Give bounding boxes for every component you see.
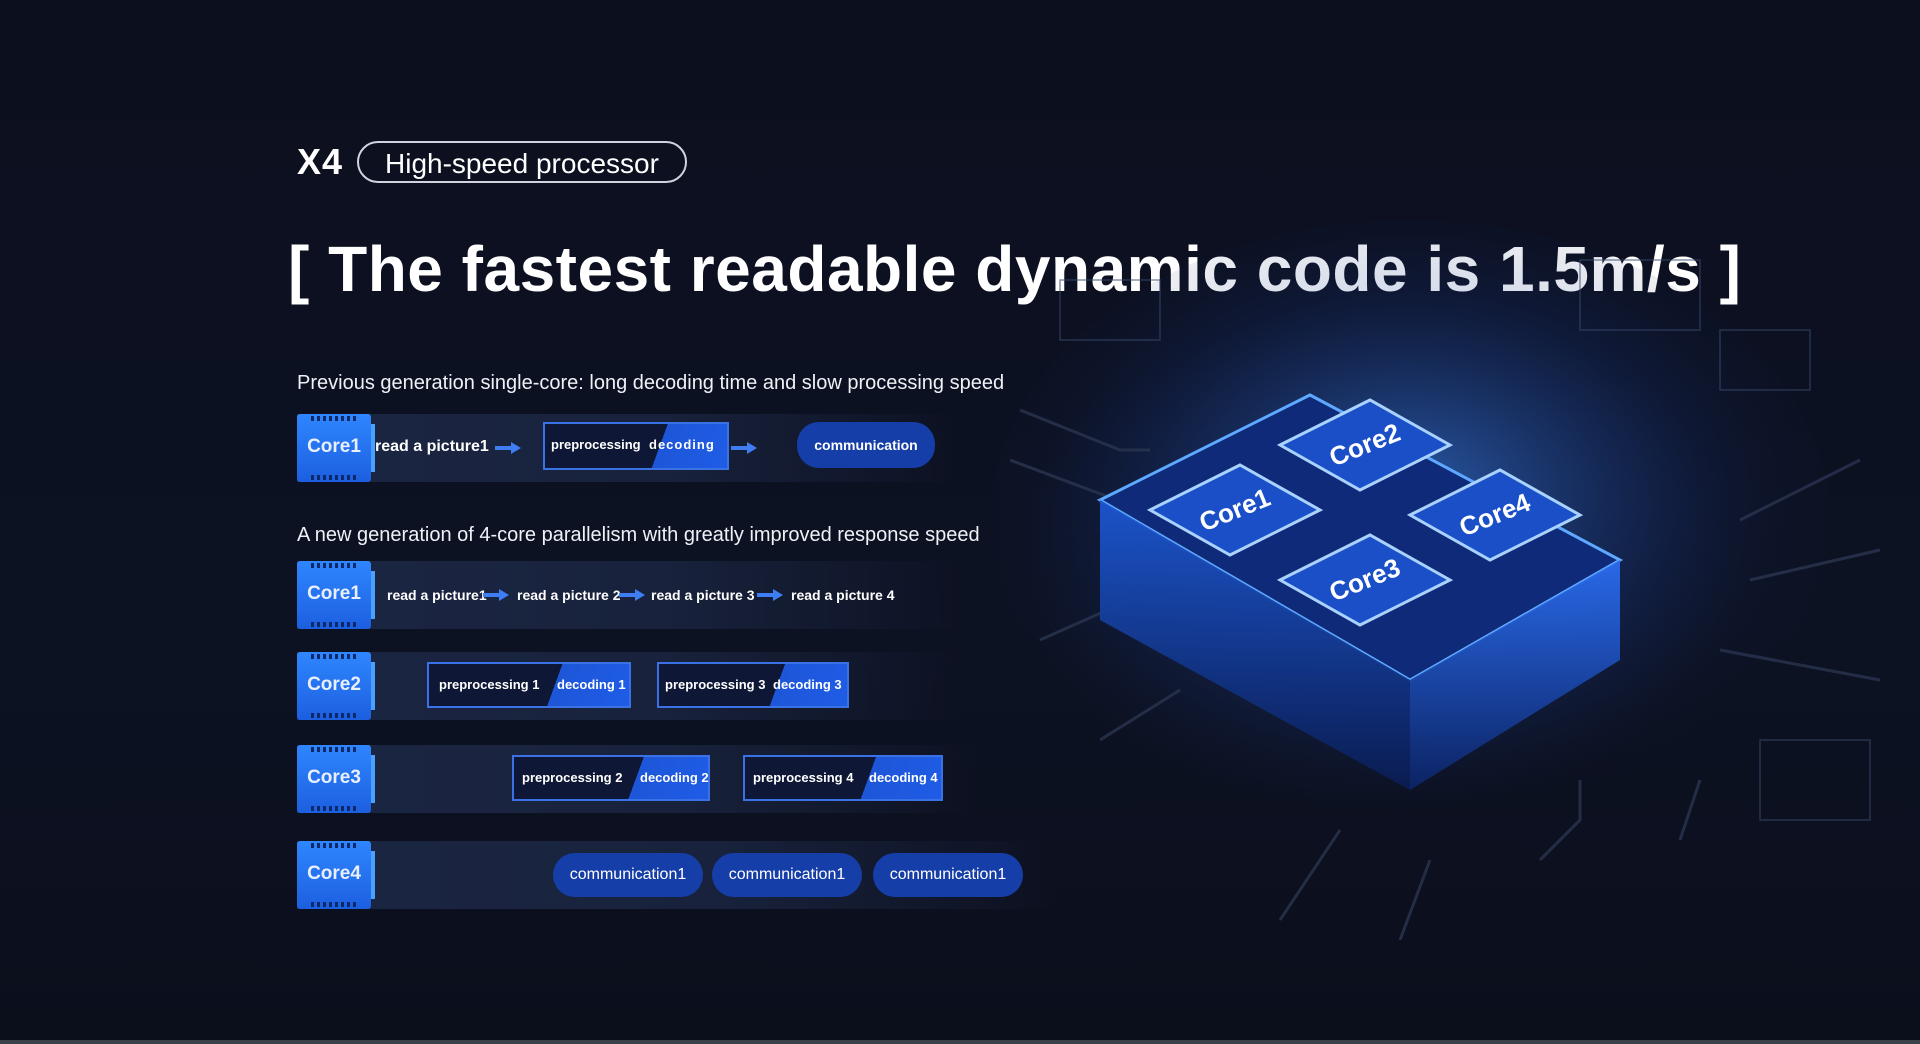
core2-task-box-1: preprocessing 1 decoding 1	[427, 662, 631, 708]
core3-task-box-1: preprocessing 2 decoding 2	[512, 755, 710, 801]
decoding-label: decoding 2	[640, 770, 709, 785]
read-picture-label: read a picture1	[375, 438, 489, 455]
decoding-label: decoding 4	[869, 770, 938, 785]
core4-row: Core4 communication1 communication1 comm…	[297, 841, 1057, 909]
core-chip-icon: Core1	[297, 561, 375, 629]
quad-core-chip-illustration: Core1 Core2 Core3 Core4	[990, 220, 1881, 940]
core-chip-icon: Core4	[297, 841, 375, 909]
core2-task-box-2: preprocessing 3 decoding 3	[657, 662, 849, 708]
read-picture-4: read a picture 4	[791, 587, 895, 603]
core2-row: Core2 preprocessing 1 decoding 1 preproc…	[297, 652, 957, 720]
core-label: Core2	[307, 674, 361, 695]
preprocessing-label: preprocessing 2	[522, 770, 623, 785]
communication-pill: communication1	[712, 853, 862, 897]
read-picture-2: read a picture 2	[517, 587, 621, 603]
decoding-label: decoding 3	[773, 677, 842, 692]
preprocessing-label: preprocessing 3	[665, 677, 766, 692]
core-label: Core1	[307, 583, 361, 604]
core1-row: Core1 read a picture1 read a picture 2 r…	[297, 561, 957, 629]
core3-row: Core3 preprocessing 2 decoding 2 preproc…	[297, 745, 977, 813]
read-picture-3: read a picture 3	[651, 587, 755, 603]
core-label: Core3	[307, 767, 361, 788]
arrow-right-icon	[731, 442, 757, 454]
preprocessing-label: preprocessing 4	[753, 770, 854, 785]
multi-core-subtitle: A new generation of 4-core parallelism w…	[297, 524, 980, 546]
arrow-right-icon	[495, 442, 521, 454]
preprocessing-label: preprocessing	[551, 437, 641, 452]
arrow-right-icon	[619, 589, 645, 601]
core-chip-icon: Core1	[297, 414, 375, 482]
arrow-right-icon	[483, 589, 509, 601]
core-label: Core1	[307, 436, 361, 457]
arrow-right-icon	[757, 589, 783, 601]
communication-pill: communication	[797, 422, 935, 468]
preprocessing-decoding-box: preprocessing decoding	[543, 422, 729, 470]
single-core-subtitle: Previous generation single-core: long de…	[297, 372, 1005, 394]
core3-task-box-2: preprocessing 4 decoding 4	[743, 755, 943, 801]
model-name: X4	[297, 141, 344, 182]
core-chip-icon: Core2	[297, 652, 375, 720]
single-core-row: Core1 read a picture1 preprocessing deco…	[297, 414, 957, 482]
core-chip-icon: Core3	[297, 745, 375, 813]
preprocessing-label: preprocessing 1	[439, 677, 540, 692]
decoding-label: decoding 1	[557, 677, 626, 692]
page: X4 High-speed processor [ The fastest re…	[0, 0, 1920, 1044]
processor-pill: High-speed processor	[357, 141, 687, 183]
communication-pill: communication1	[553, 853, 703, 897]
read-picture-1: read a picture1	[387, 587, 487, 603]
core-label: Core4	[307, 863, 361, 884]
bottom-divider	[0, 1040, 1920, 1044]
decoding-label: decoding	[649, 437, 715, 452]
